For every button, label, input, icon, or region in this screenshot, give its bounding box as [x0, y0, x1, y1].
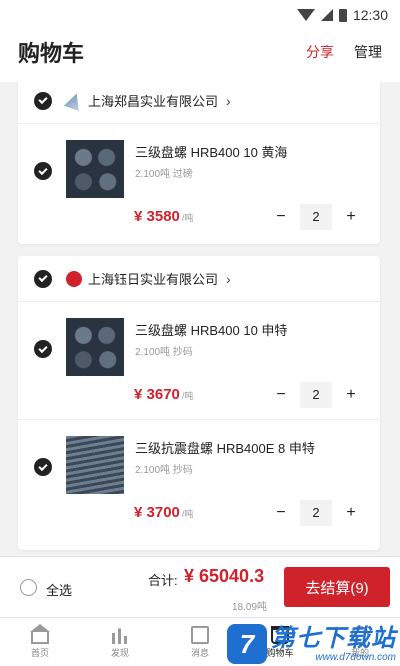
shop-header[interactable]: 上海郑昌实业有限公司 ›	[18, 78, 380, 124]
product-name[interactable]: 三级抗震盘螺 HRB400E 8 申特	[135, 438, 315, 457]
quantity-stepper: − 2 +	[270, 204, 362, 230]
quantity-value[interactable]: 2	[300, 500, 332, 526]
price-value: ¥ 3670	[134, 386, 180, 403]
item-checkbox[interactable]	[34, 458, 52, 476]
discover-icon	[111, 625, 129, 644]
share-button[interactable]: 分享	[306, 42, 334, 62]
product-meta: 2.100吨 过磅	[135, 169, 193, 180]
increase-button[interactable]: +	[340, 386, 362, 404]
product-image[interactable]	[66, 140, 124, 198]
cart-item: 三级盘螺 HRB400 10 黄海 2.100吨 过磅 ¥ 3580/吨 − 2…	[18, 124, 380, 242]
checkout-button[interactable]: 去结算(9)	[284, 567, 390, 607]
watermark: 7 第七下载站 www.d7down.com	[227, 624, 396, 664]
quantity-value[interactable]: 2	[300, 204, 332, 230]
decrease-button[interactable]: −	[270, 386, 292, 404]
shop-checkbox[interactable]	[34, 91, 52, 110]
shop-card: 上海郑昌实业有限公司 › 三级盘螺 HRB400 10 黄海 2.100吨 过磅…	[18, 78, 380, 244]
price-unit: /吨	[181, 509, 194, 519]
increase-button[interactable]: +	[340, 504, 362, 522]
item-checkbox[interactable]	[34, 162, 52, 180]
watermark-text-block: 第七下载站 www.d7down.com	[271, 624, 396, 663]
increase-button[interactable]: +	[340, 208, 362, 226]
price-value: ¥ 3580	[134, 208, 180, 225]
manage-button[interactable]: 管理	[354, 42, 382, 62]
tab-label: 首页	[30, 647, 49, 658]
select-all-radio[interactable]	[20, 579, 37, 596]
quantity-stepper: − 2 +	[270, 382, 362, 408]
page-header: 购物车 分享 管理	[0, 30, 400, 74]
product-price: ¥ 3670/吨	[134, 386, 193, 403]
quantity-value[interactable]: 2	[300, 382, 332, 408]
cart-item: 三级盘螺 HRB400 10 申特 2.100吨 抄码 ¥ 3670/吨 − 2…	[18, 302, 380, 420]
chevron-right-icon[interactable]: ›	[226, 271, 231, 287]
product-price: ¥ 3580/吨	[134, 208, 193, 225]
checkout-bar: 全选 合计: ¥ 65040.3 18.09吨 去结算(9)	[0, 556, 400, 617]
page-title: 购物车	[18, 41, 85, 66]
watermark-url: www.d7down.com	[315, 651, 396, 663]
cart-item: 三级抗震盘螺 HRB400E 8 申特 2.100吨 抄码 ¥ 3700/吨 −…	[18, 420, 380, 538]
total-label: 合计:	[148, 573, 178, 588]
product-meta: 2.100吨 抄码	[135, 465, 193, 476]
tab-label: 消息	[190, 647, 209, 658]
shop-name[interactable]: 上海钰日实业有限公司	[88, 269, 218, 288]
shop-header[interactable]: 上海钰日实业有限公司 ›	[18, 256, 380, 302]
tab-home[interactable]: 首页	[0, 618, 80, 666]
watermark-logo-icon: 7	[227, 624, 267, 664]
product-meta: 2.100吨 抄码	[135, 347, 193, 358]
status-time: 12:30	[352, 7, 388, 23]
price-value: ¥ 3700	[134, 504, 180, 521]
quantity-stepper: − 2 +	[270, 500, 362, 526]
status-bar: 12:30	[0, 0, 400, 30]
product-price: ¥ 3700/吨	[134, 504, 193, 521]
wifi-icon	[296, 9, 315, 21]
decrease-button[interactable]: −	[270, 208, 292, 226]
item-checkbox[interactable]	[34, 340, 52, 358]
message-icon	[191, 625, 209, 644]
signal-icon	[320, 9, 333, 21]
product-name[interactable]: 三级盘螺 HRB400 10 黄海	[135, 142, 287, 161]
watermark-text: 第七下载站	[271, 624, 396, 652]
shop-name[interactable]: 上海郑昌实业有限公司	[88, 91, 218, 110]
product-name[interactable]: 三级盘螺 HRB400 10 申特	[135, 320, 287, 339]
total-amount: ¥ 65040.3	[184, 566, 265, 586]
price-unit: /吨	[181, 213, 194, 223]
shop-card: 上海钰日实业有限公司 › 三级盘螺 HRB400 10 申特 2.100吨 抄码…	[18, 256, 380, 550]
shop-checkbox[interactable]	[34, 269, 52, 288]
shop-logo-icon	[64, 90, 85, 111]
decrease-button[interactable]: −	[270, 504, 292, 522]
product-image[interactable]	[66, 436, 124, 494]
chevron-right-icon[interactable]: ›	[226, 93, 231, 109]
product-image[interactable]	[66, 318, 124, 376]
home-icon	[30, 623, 50, 644]
battery-icon	[338, 8, 347, 22]
total-weight: 18.09吨	[232, 602, 268, 613]
select-all-label[interactable]: 全选	[46, 580, 72, 599]
shop-logo-icon	[66, 270, 82, 287]
tab-discover[interactable]: 发现	[80, 618, 160, 666]
price-unit: /吨	[181, 391, 194, 401]
tab-label: 发现	[110, 647, 129, 658]
